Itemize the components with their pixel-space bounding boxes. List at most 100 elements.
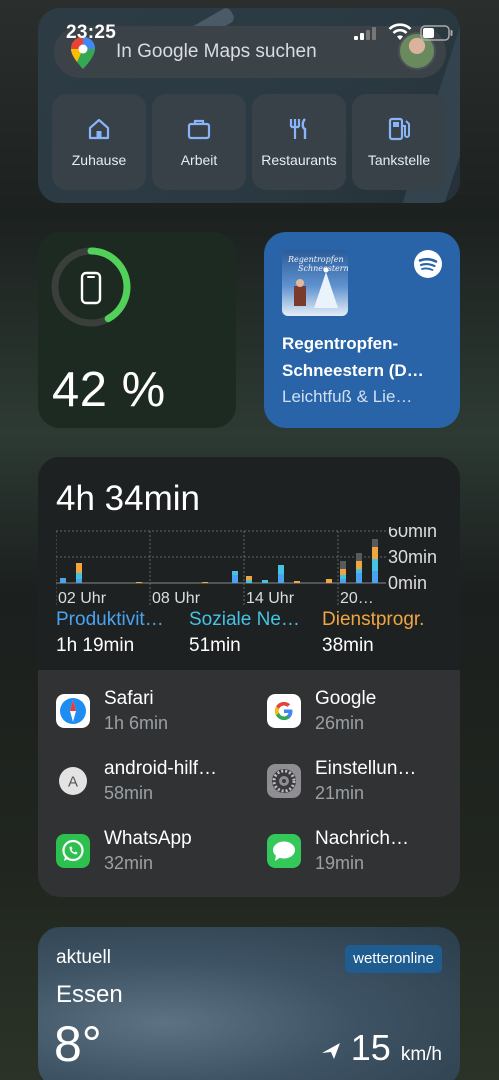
- wind-speed: 15 km/h: [351, 1027, 442, 1069]
- app-time: 32min: [104, 853, 154, 873]
- x-tick-02: 02 Uhr: [58, 590, 107, 607]
- app-row-android-hilfe[interactable]: A android-hilf… 58min: [56, 758, 256, 814]
- chart-bar-segment: [326, 579, 332, 583]
- app-row-safari[interactable]: Safari 1h 6min: [56, 688, 256, 744]
- app-name: android-hilf…: [104, 758, 217, 779]
- maps-shortcuts: Zuhause Arbeit Restaurants Tankstelle: [52, 94, 448, 190]
- shortcut-label: Arbeit: [180, 152, 218, 168]
- cover-title-top: Regentropfen: [287, 255, 344, 264]
- chart-bars: [60, 539, 378, 583]
- battery-ring: [51, 247, 131, 327]
- chart-bar-segment: [372, 559, 378, 571]
- chart-bar-segment: [372, 539, 378, 547]
- safari-icon: [56, 694, 90, 728]
- google-icon: [267, 694, 301, 728]
- app-name: Einstellun…: [315, 758, 417, 779]
- wifi-icon: [388, 23, 412, 40]
- battery-widget[interactable]: 42 %: [38, 232, 236, 428]
- chart-bar-segment: [76, 579, 82, 583]
- weather-widget[interactable]: aktuell Essen 8° wetteronline 15 km/h: [38, 927, 460, 1080]
- category-duration: 1h 19min: [56, 635, 135, 656]
- album-cover[interactable]: Regentropfen Schneestern: [282, 250, 348, 316]
- chart-bar-segment: [278, 565, 284, 574]
- shortcut-work[interactable]: Arbeit: [152, 94, 246, 190]
- app-name: Safari: [104, 688, 154, 709]
- chart-bar-segment: [278, 574, 284, 583]
- wetteronline-logo: wetteronline: [345, 945, 442, 973]
- spotify-widget[interactable]: Regentropfen Schneestern Regentropfen- S…: [264, 232, 460, 428]
- track-artist: Leichtfuß & Lie…: [282, 387, 413, 406]
- chart-bar-segment: [372, 571, 378, 583]
- chart-bar-segment: [60, 578, 66, 583]
- app-name: Nachrich…: [315, 828, 409, 849]
- chart-bar-segment: [232, 571, 238, 575]
- app-row-settings[interactable]: Einstellun… 21min: [267, 758, 460, 814]
- home-icon: [88, 118, 110, 140]
- shortcut-home[interactable]: Zuhause: [52, 94, 146, 190]
- category-duration: 38min: [322, 635, 374, 656]
- category-utilities: Dienstprogr. 38min: [322, 609, 452, 657]
- battery-status-icon: [420, 25, 453, 41]
- shortcut-restaurants[interactable]: Restaurants: [252, 94, 346, 190]
- app-time: 58min: [104, 783, 154, 803]
- category-name: Soziale Ne…: [189, 609, 300, 630]
- chart-bar-segment: [340, 575, 346, 579]
- messages-icon: [267, 834, 301, 868]
- chart-bar-segment: [294, 581, 300, 583]
- cellular-signal-icon: [354, 27, 376, 40]
- category-duration: 51min: [189, 635, 241, 656]
- fuel-icon: [388, 117, 410, 141]
- screen-time-summary: 4h 34min 60min 30min 0min 02 Uhr 08 Uhr …: [38, 457, 460, 670]
- app-name: WhatsApp: [104, 828, 192, 849]
- y-tick-60: 60min: [388, 527, 437, 541]
- chart-bar-segment: [356, 569, 362, 573]
- screen-time-widget[interactable]: 4h 34min 60min 30min 0min 02 Uhr 08 Uhr …: [38, 457, 460, 897]
- chart-bar-segment: [246, 576, 252, 580]
- x-tick-20: 20…: [340, 590, 374, 607]
- android-letter-icon: A: [59, 767, 87, 795]
- chart-bar-segment: [356, 561, 362, 569]
- app-row-whatsapp[interactable]: WhatsApp 32min: [56, 828, 256, 884]
- app-time: 26min: [315, 713, 365, 733]
- chart-bar-segment: [136, 582, 142, 583]
- app-time: 21min: [315, 783, 365, 803]
- app-time: 1h 6min: [104, 713, 169, 733]
- shortcut-label: Restaurants: [261, 152, 337, 168]
- app-name: Google: [315, 688, 377, 709]
- category-name: Dienstprogr.: [322, 609, 425, 630]
- chart-bar-segment: [246, 580, 252, 583]
- screen-time-chart: 60min 30min 0min 02 Uhr 08 Uhr 14 Uhr 20…: [56, 527, 437, 607]
- chart-bar-segment: [340, 561, 346, 569]
- screen-time-total: 4h 34min: [56, 479, 200, 518]
- chart-bar-segment: [202, 582, 208, 583]
- y-tick-0: 0min: [388, 573, 427, 593]
- app-row-google[interactable]: Google 26min: [267, 688, 460, 744]
- svg-text:A: A: [68, 774, 78, 791]
- status-time: 23:25: [66, 22, 117, 43]
- fork-knife-icon: [289, 118, 307, 139]
- weather-temperature: 8°: [54, 1016, 102, 1072]
- track-title-line2: Schneestern (D…: [282, 361, 424, 380]
- category-name: Produktivit…: [56, 609, 164, 630]
- chart-bar-segment: [232, 575, 238, 583]
- app-time: 19min: [315, 853, 365, 873]
- shortcut-label: Tankstelle: [367, 152, 431, 168]
- category-social: Soziale Ne… 51min: [189, 609, 311, 657]
- wind-speed-value: 15: [350, 1027, 391, 1068]
- whatsapp-icon: [56, 834, 90, 868]
- shortcut-gas-station[interactable]: Tankstelle: [352, 94, 446, 190]
- x-tick-08: 08 Uhr: [152, 590, 201, 607]
- x-tick-14: 14 Uhr: [246, 590, 295, 607]
- app-usage-list: Safari 1h 6min Google 26min A android-hi…: [38, 670, 460, 897]
- chart-bar-segment: [372, 547, 378, 559]
- chart-bar-segment: [356, 553, 362, 561]
- chart-bar-segment: [76, 563, 82, 573]
- y-tick-30: 30min: [388, 547, 437, 567]
- wind-direction-icon: [322, 1043, 340, 1059]
- chart-bar-segment: [262, 580, 268, 583]
- chart-bar-segment: [76, 573, 82, 579]
- briefcase-icon: [187, 119, 211, 140]
- chart-bar-segment: [340, 579, 346, 583]
- battery-percent: 42 %: [52, 363, 166, 417]
- app-row-messages[interactable]: Nachrich… 19min: [267, 828, 460, 884]
